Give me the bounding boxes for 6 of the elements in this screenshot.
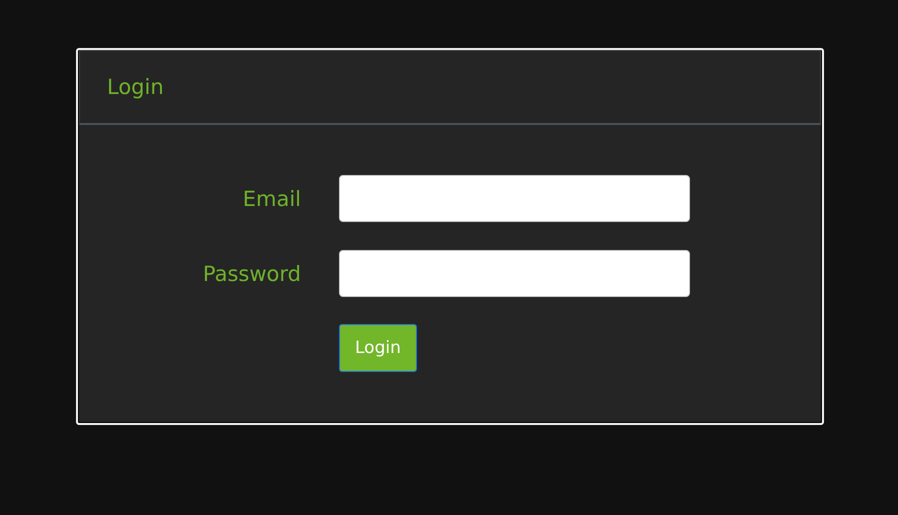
input-field[interactable] — [339, 175, 690, 222]
field-label: Password — [202, 262, 301, 286]
field-label: Email — [242, 186, 301, 210]
input-field[interactable] — [339, 250, 690, 297]
panel-title: Login — [107, 75, 164, 99]
login-button[interactable]: Login — [339, 324, 417, 372]
